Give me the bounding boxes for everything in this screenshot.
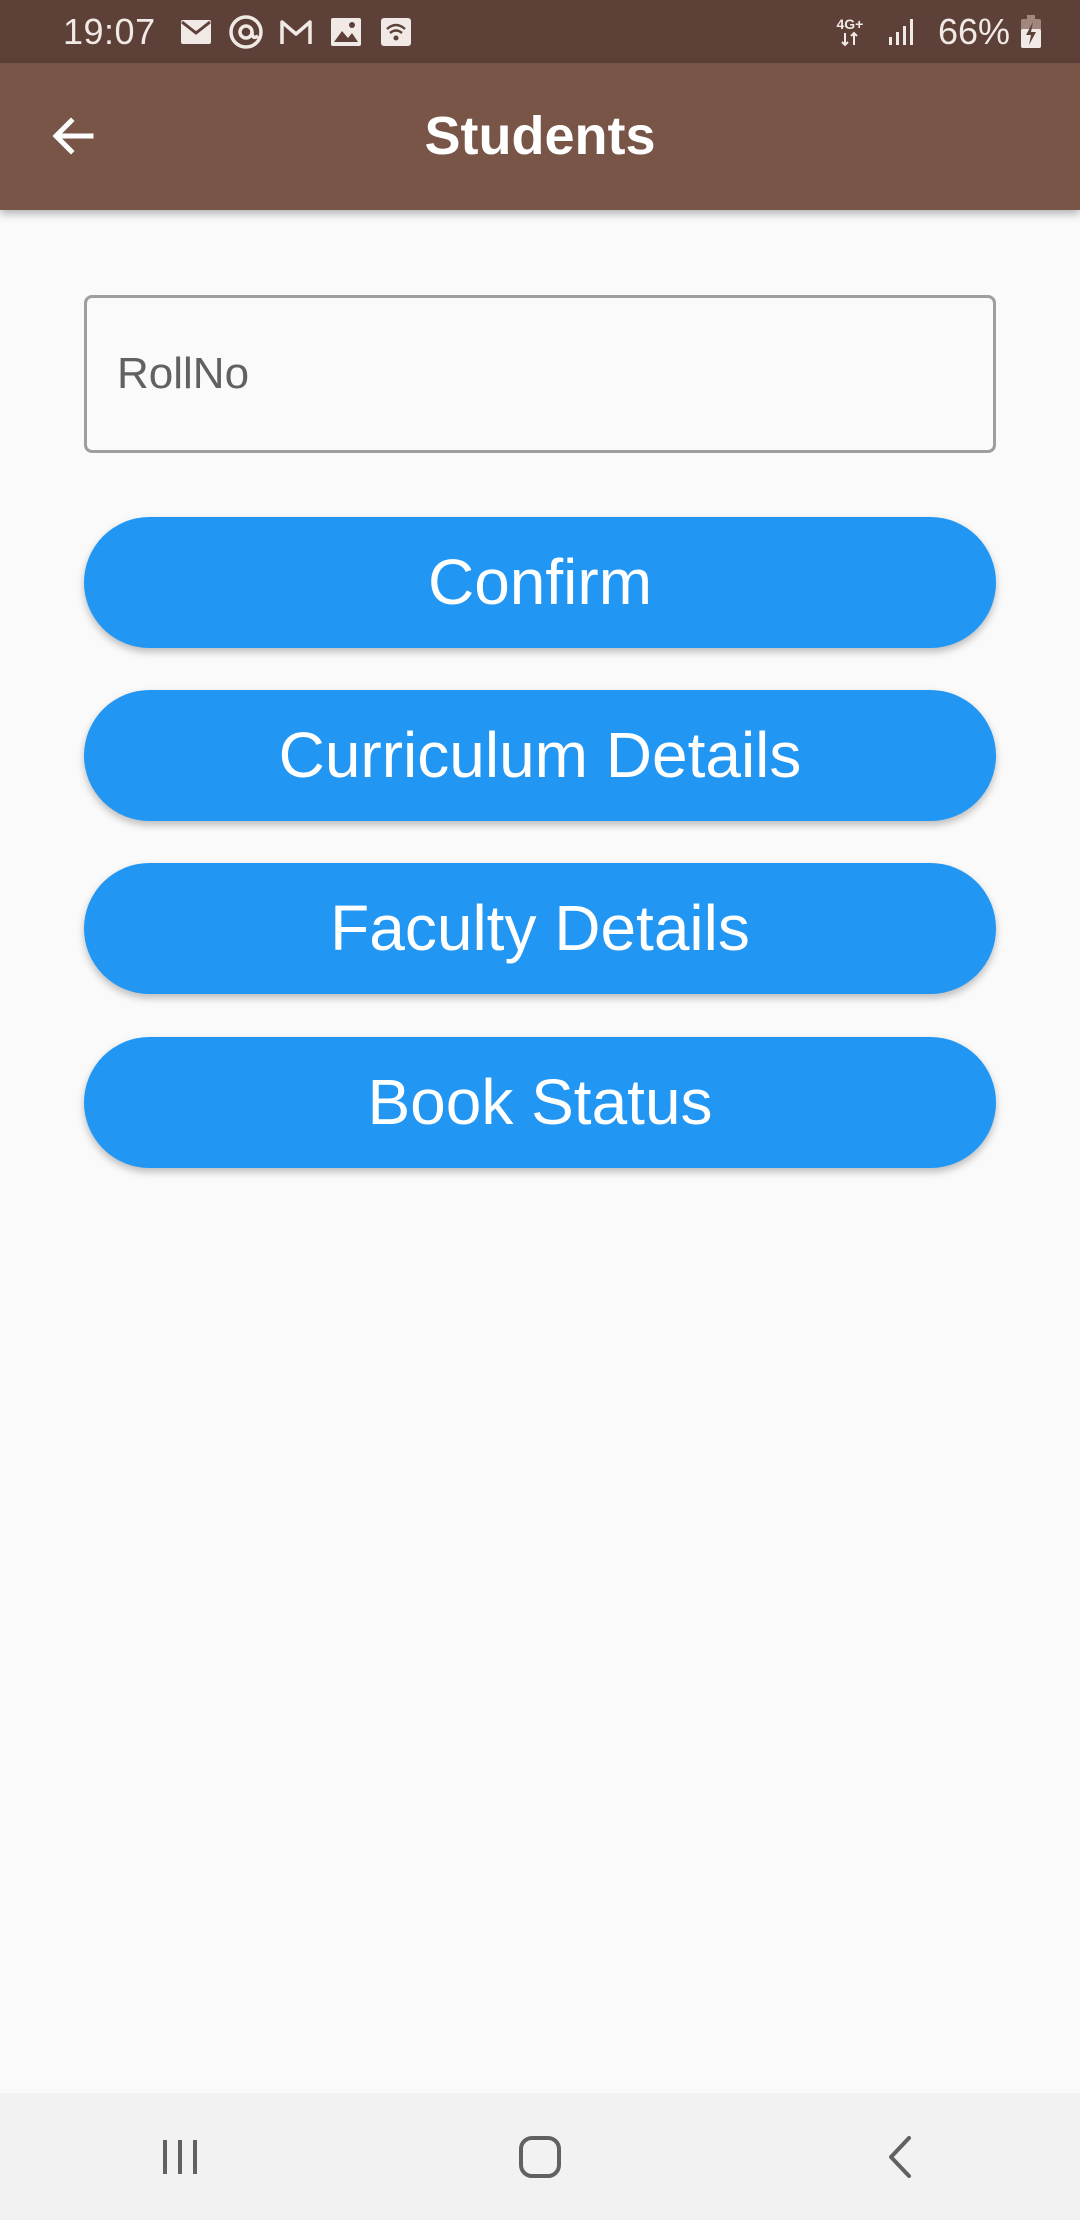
battery-percent: 66% (937, 10, 1010, 52)
network-type-label: 4G+ (836, 15, 864, 32)
rollno-field[interactable] (84, 295, 996, 453)
mail-icon (176, 12, 216, 52)
app-bar: Students (0, 63, 1080, 210)
gallery-icon (326, 12, 366, 52)
rollno-input[interactable] (87, 298, 993, 450)
network-4g-icon: 4G+ (828, 12, 872, 52)
status-bar: 19:07 4G+ 66% (0, 0, 1080, 63)
status-right: 4G+ 66% (828, 0, 1044, 63)
signal-icon (882, 12, 922, 52)
system-back-button[interactable] (840, 2107, 960, 2207)
faculty-details-button[interactable]: Faculty Details (84, 863, 996, 994)
confirm-button[interactable]: Confirm (84, 517, 996, 648)
recent-apps-icon (163, 2139, 197, 2174)
page-title: Students (424, 106, 656, 166)
status-time: 19:07 (63, 10, 156, 52)
curriculum-details-button[interactable]: Curriculum Details (84, 690, 996, 821)
recent-apps-button[interactable] (120, 2107, 240, 2207)
wifi-hotspot-icon (376, 12, 416, 52)
battery-charging-icon (1018, 12, 1044, 52)
threads-icon (226, 12, 266, 52)
home-icon (519, 2135, 561, 2178)
home-button[interactable] (480, 2107, 600, 2207)
book-status-button[interactable]: Book Status (84, 1037, 996, 1168)
gmail-icon (276, 12, 316, 52)
status-left: 19:07 (63, 0, 426, 63)
back-icon (889, 2135, 911, 2178)
students-screen: 19:07 4G+ 66% Students RollNo Confirm Cu… (0, 0, 1080, 2220)
navigation-bar (0, 2093, 1080, 2220)
